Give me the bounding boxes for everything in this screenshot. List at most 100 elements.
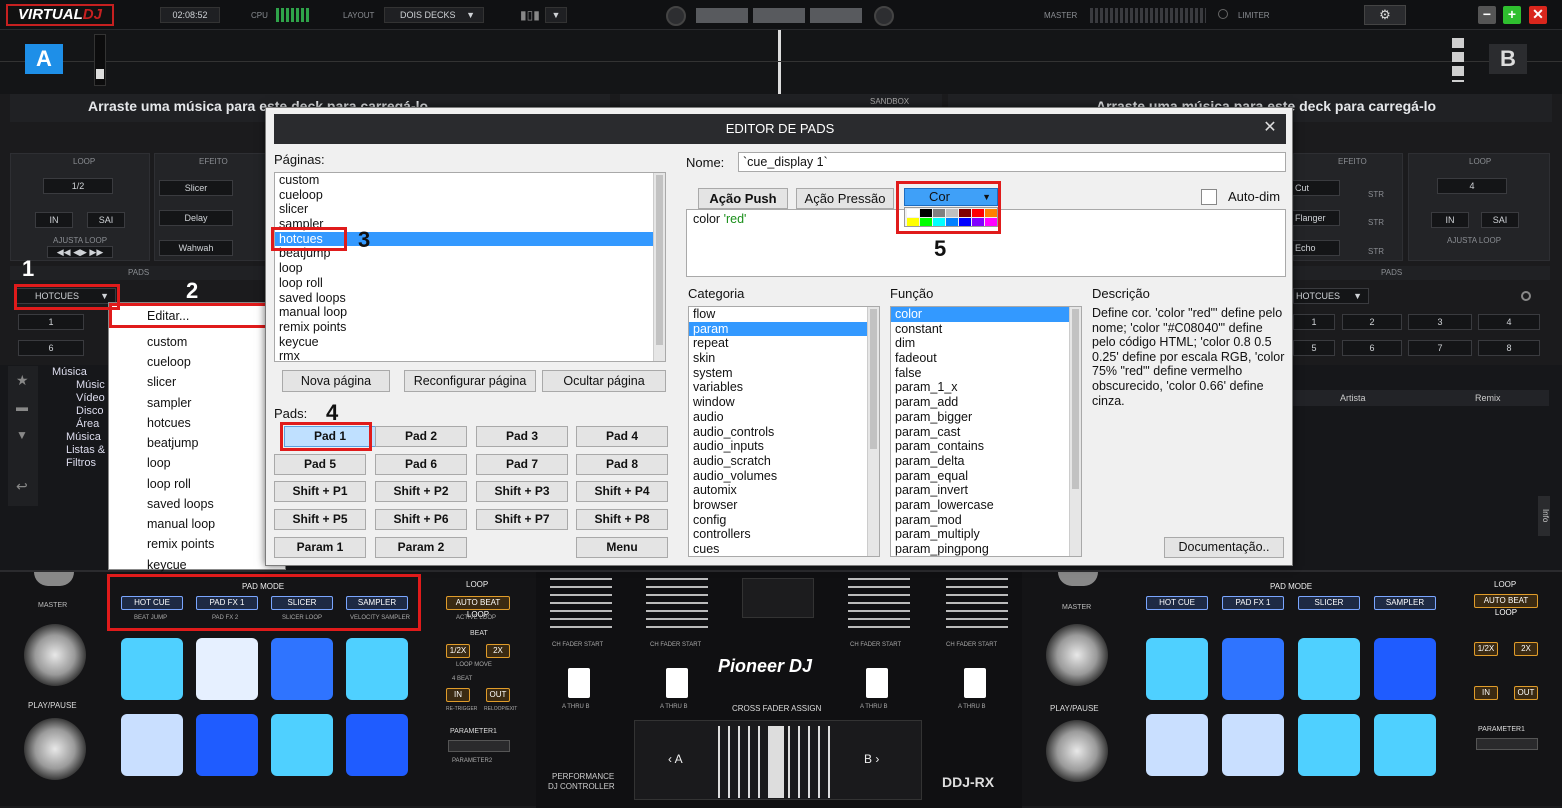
deck-a-badge[interactable]: A	[25, 44, 63, 74]
hw-in-button-right[interactable]: IN	[1474, 686, 1498, 700]
menu-item[interactable]: hotcues	[147, 416, 191, 430]
loop-size-right[interactable]: 4	[1437, 178, 1507, 194]
tree-item[interactable]: Vídeo	[44, 392, 108, 405]
effect-select-2-right[interactable]: Flanger	[1292, 210, 1340, 226]
category-item[interactable]: controllers	[689, 527, 879, 542]
shift-p8-button[interactable]: Shift + P8	[576, 509, 668, 530]
pages-scrollbar[interactable]	[653, 173, 665, 361]
loop-in-button-right[interactable]: IN	[1431, 212, 1469, 228]
hw-pad-8[interactable]	[346, 714, 408, 776]
hw-pad-right-5[interactable]	[1146, 714, 1208, 776]
tree-item[interactable]: Filtros	[44, 457, 108, 470]
hw-out-button[interactable]: OUT	[486, 688, 510, 702]
menu-item[interactable]: custom	[147, 335, 187, 349]
deck-a-pad-1[interactable]: 1	[18, 314, 84, 330]
menu-button[interactable]: Menu	[576, 537, 668, 558]
pad-5-button[interactable]: Pad 5	[274, 454, 366, 475]
category-item-selected[interactable]: param	[689, 321, 879, 337]
loop-in-button[interactable]: IN	[35, 212, 73, 228]
tree-item[interactable]: Listas &	[44, 444, 108, 457]
pitch-slider-left[interactable]	[94, 34, 106, 86]
category-item[interactable]: audio_scratch	[689, 454, 879, 469]
deck-b-pad-3[interactable]: 3	[1408, 314, 1472, 330]
category-list[interactable]: flow param repeat skin system variables …	[688, 306, 880, 557]
deck-b-pad-5[interactable]: 5	[1293, 340, 1335, 356]
shift-p4-button[interactable]: Shift + P4	[576, 481, 668, 502]
cue-button-left[interactable]	[24, 624, 86, 686]
auto-beat-loop-button[interactable]: AUTO BEAT LOOP	[446, 596, 510, 619]
reconfigure-page-button[interactable]: Reconfigurar página	[404, 370, 536, 392]
hw-pad-7[interactable]	[271, 714, 333, 776]
play-button-left[interactable]	[24, 718, 86, 780]
shift-p5-button[interactable]: Shift + P5	[274, 509, 366, 530]
folder-icon[interactable]: ▬	[16, 400, 28, 414]
deck-b-pad-1[interactable]: 1	[1293, 314, 1335, 330]
waveform-dropdown[interactable]: ▼	[545, 7, 567, 23]
page-item[interactable]: loop	[275, 261, 665, 276]
page-item[interactable]: slicer	[275, 202, 665, 217]
deck-b-mode-buttons[interactable]	[1452, 38, 1464, 82]
deck-b-pad-6[interactable]: 6	[1342, 340, 1402, 356]
hw-pad-2[interactable]	[196, 638, 258, 700]
function-item[interactable]: dim	[891, 336, 1081, 351]
close-icon[interactable]: ✕	[1260, 118, 1280, 138]
deck-b-pad-7[interactable]: 7	[1408, 340, 1472, 356]
function-item[interactable]: param_mod	[891, 513, 1081, 528]
category-item[interactable]: cues	[689, 542, 879, 556]
category-item[interactable]: audio	[689, 410, 879, 425]
tab-press-action[interactable]: Ação Pressão	[796, 188, 894, 209]
menu-item[interactable]: loop roll	[147, 477, 191, 491]
deck-b-pad-4[interactable]: 4	[1478, 314, 1540, 330]
function-item[interactable]: param_cast	[891, 425, 1081, 440]
center-fader[interactable]	[742, 578, 814, 618]
param-1-button[interactable]: Param 1	[274, 537, 366, 558]
shift-p6-button[interactable]: Shift + P6	[375, 509, 467, 530]
page-item[interactable]: saved loops	[275, 291, 665, 306]
pads-settings-icon[interactable]	[1521, 291, 1531, 301]
minimize-button[interactable]: −	[1478, 6, 1496, 24]
category-item[interactable]: config	[689, 513, 879, 528]
function-item[interactable]: param_delta	[891, 454, 1081, 469]
menu-item[interactable]: slicer	[147, 375, 176, 389]
hw-pad-4[interactable]	[346, 638, 408, 700]
sandbox-label[interactable]: SANDBOX	[870, 97, 909, 106]
knob-left[interactable]	[666, 6, 686, 26]
menu-item[interactable]: remix points	[147, 537, 214, 551]
cue-button-right[interactable]	[1046, 624, 1108, 686]
hw-pad-right-4[interactable]	[1374, 638, 1436, 700]
pad-2-button[interactable]: Pad 2	[375, 426, 467, 447]
function-item[interactable]: param_multiply	[891, 527, 1081, 542]
limiter-icon[interactable]	[1218, 9, 1228, 19]
column-artist[interactable]: Artista	[1340, 393, 1366, 403]
page-item[interactable]: cueloop	[275, 188, 665, 203]
pad-4-button[interactable]: Pad 4	[576, 426, 668, 447]
menu-item[interactable]: loop	[147, 456, 171, 470]
channel-switch-1[interactable]	[568, 668, 590, 698]
auto-dim-checkbox[interactable]	[1201, 189, 1217, 205]
maximize-button[interactable]: +	[1503, 6, 1521, 24]
tree-item[interactable]: Músic	[44, 379, 108, 392]
info-tab[interactable]: Info	[1538, 496, 1550, 536]
shift-p7-button[interactable]: Shift + P7	[476, 509, 568, 530]
menu-item[interactable]: keycue	[147, 558, 187, 572]
function-item[interactable]: param_1_x	[891, 380, 1081, 395]
loop-size-left[interactable]: 1/2	[43, 178, 113, 194]
deck-b-pad-2[interactable]: 2	[1342, 314, 1402, 330]
gear-icon[interactable]: ⚙	[1364, 5, 1406, 25]
page-item[interactable]: loop roll	[275, 276, 665, 291]
category-item[interactable]: repeat	[689, 336, 879, 351]
function-item[interactable]: false	[891, 366, 1081, 381]
menu-item[interactable]: sampler	[147, 396, 191, 410]
waveform-icon[interactable]: ▮▯▮	[520, 8, 540, 22]
function-item[interactable]: param_add	[891, 395, 1081, 410]
hw-out-button-right[interactable]: OUT	[1514, 686, 1538, 700]
function-item[interactable]: param_lowercase	[891, 498, 1081, 513]
hw-pad-6[interactable]	[196, 714, 258, 776]
hw-pad-3[interactable]	[271, 638, 333, 700]
hw-in-button[interactable]: IN	[446, 688, 470, 702]
tree-item[interactable]: Área	[44, 418, 108, 431]
slicer-button-right[interactable]: SLICER	[1298, 596, 1360, 610]
menu-item[interactable]: manual loop	[147, 517, 215, 531]
hw-pad-right-8[interactable]	[1374, 714, 1436, 776]
page-item[interactable]: custom	[275, 173, 665, 188]
